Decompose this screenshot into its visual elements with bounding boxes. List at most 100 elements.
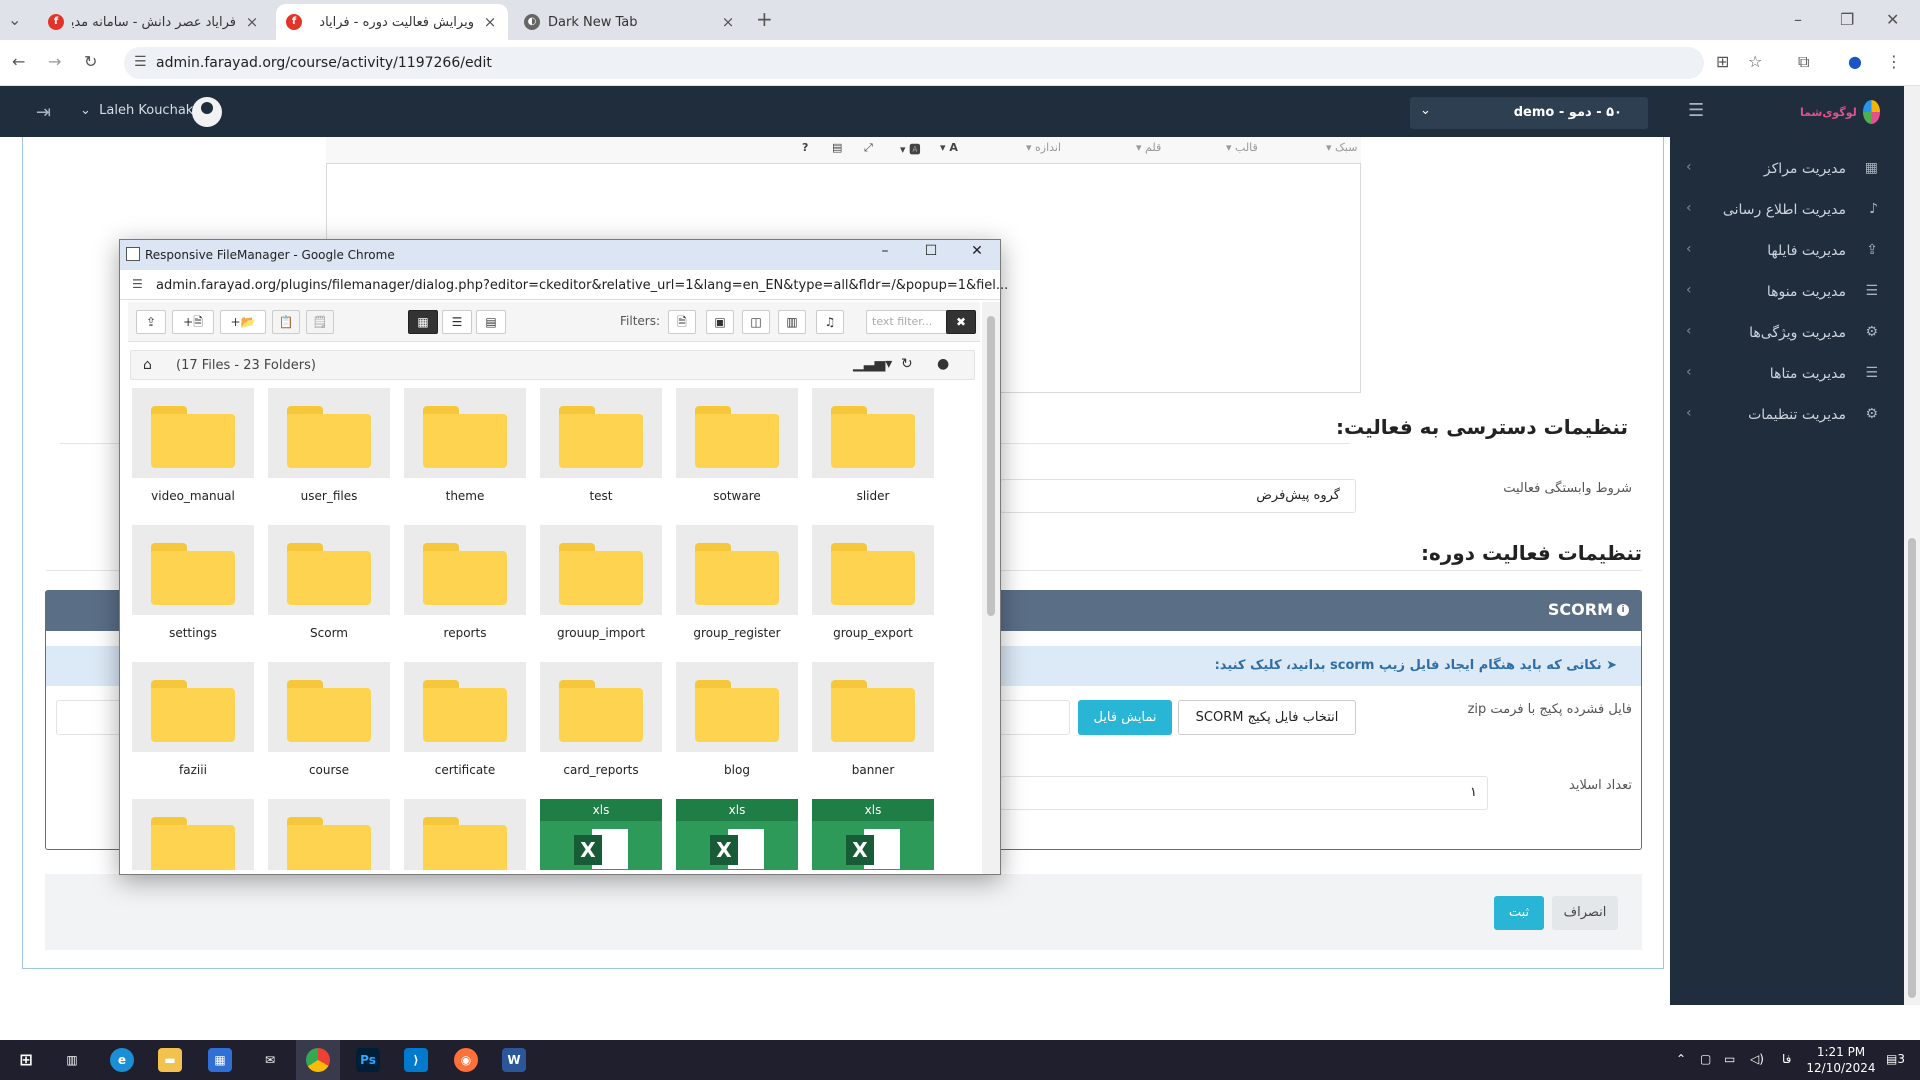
- sidebar-item-notifications[interactable]: ‹ مدیریت اطلاع رسانی ♪: [1670, 192, 1904, 232]
- sidebar-item-files[interactable]: ‹ مدیریت فایلها ⇪: [1670, 233, 1904, 273]
- new-folder-icon[interactable]: +📂: [220, 310, 266, 334]
- folder-item[interactable]: card_reports: [540, 662, 662, 788]
- minimize-icon[interactable]: –: [1794, 10, 1802, 30]
- close-tab-icon[interactable]: ×: [244, 13, 260, 31]
- folder-item[interactable]: video_manual: [132, 388, 254, 514]
- sidebar-item-settings[interactable]: ‹ مدیریت تنظیمات ⚙: [1670, 397, 1904, 437]
- page-scrollbar[interactable]: [1904, 86, 1920, 1005]
- tab-farayad-home[interactable]: f فرایاد عصر دانش - سامانه مدیری... ×: [38, 4, 270, 40]
- language-indicator[interactable]: فا: [1782, 1052, 1791, 1066]
- filter-files-icon[interactable]: 🗎: [668, 310, 696, 334]
- clipboard-icon[interactable]: 📋: [272, 310, 300, 334]
- vscode-icon[interactable]: ⟩: [404, 1048, 428, 1072]
- sidebar-item-features[interactable]: ‹ مدیریت ویژگی‌ها ⚙: [1670, 315, 1904, 355]
- tab-edit-activity[interactable]: f ویرایش فعالیت دوره - فرایاد ×: [276, 4, 508, 40]
- new-file-icon[interactable]: +🗎: [172, 310, 214, 334]
- clear-filter-icon[interactable]: ✖: [946, 310, 976, 334]
- language-globe-icon[interactable]: ●: [937, 356, 949, 372]
- folder-item[interactable]: sotware: [676, 388, 798, 514]
- meet-icon[interactable]: ▢: [1700, 1052, 1711, 1066]
- page-scrollbar-thumb[interactable]: [1908, 538, 1916, 998]
- close-icon[interactable]: ✕: [962, 243, 992, 259]
- columns-view-icon[interactable]: ▤: [476, 310, 506, 334]
- folder-item[interactable]: grouup_import: [540, 525, 662, 651]
- refresh-icon[interactable]: ↻: [901, 356, 913, 372]
- grid-view-icon[interactable]: ▦: [408, 310, 438, 334]
- notifications-icon[interactable]: ▤3: [1886, 1052, 1905, 1066]
- toolbar-styles[interactable]: سبک ▾: [1326, 141, 1357, 154]
- folder-item[interactable]: theme: [404, 388, 526, 514]
- folder-item[interactable]: faziii: [132, 662, 254, 788]
- tab-dark-new-tab[interactable]: ◐ Dark New Tab ×: [514, 4, 746, 40]
- filter-archives-icon[interactable]: ◫: [742, 310, 770, 334]
- folder-item[interactable]: user_files: [268, 388, 390, 514]
- text-filter-input[interactable]: text filter...: [866, 310, 950, 334]
- hamburger-menu-icon[interactable]: ☰: [1688, 100, 1704, 121]
- xls-file-item[interactable]: xls X: [540, 799, 662, 870]
- clear-clipboard-icon[interactable]: 🗒: [306, 310, 334, 334]
- xls-file-item[interactable]: xls X: [676, 799, 798, 870]
- organization-select[interactable]: ⌄ ۵۰ - دمو - demo: [1410, 97, 1648, 129]
- show-file-button[interactable]: نمایش فایل: [1078, 700, 1172, 735]
- folder-item[interactable]: [404, 799, 526, 870]
- new-tab-plus-icon[interactable]: +: [756, 9, 773, 29]
- home-icon[interactable]: ⌂: [143, 357, 152, 373]
- url-omnibox[interactable]: ☰ admin.farayad.org/course/activity/1197…: [124, 47, 1704, 79]
- edge-icon[interactable]: e: [110, 1048, 134, 1072]
- toolbar-format[interactable]: قالب ▾: [1226, 141, 1258, 154]
- list-view-icon[interactable]: ☰: [442, 310, 472, 334]
- folder-item[interactable]: certificate: [404, 662, 526, 788]
- font-color-icon[interactable]: A ▾: [940, 141, 958, 154]
- cancel-button[interactable]: انصراف: [1552, 896, 1618, 930]
- forward-icon[interactable]: →: [48, 52, 61, 72]
- bg-color-icon[interactable]: 🅰 ▾: [900, 141, 920, 157]
- word-icon[interactable]: W: [502, 1048, 526, 1072]
- site-info-icon[interactable]: ☰: [132, 277, 143, 291]
- sort-icon[interactable]: ▁▃▅▾: [853, 356, 892, 372]
- chrome-menu-icon[interactable]: ⋮: [1886, 52, 1902, 72]
- logout-icon[interactable]: ⇥: [36, 102, 51, 123]
- folder-item[interactable]: test: [540, 388, 662, 514]
- windows-start-icon[interactable]: ⊞: [14, 1048, 38, 1072]
- volume-icon[interactable]: ◁): [1750, 1052, 1764, 1066]
- close-tab-icon[interactable]: ×: [482, 13, 498, 31]
- network-icon[interactable]: ▭: [1724, 1052, 1735, 1066]
- file-explorer-icon[interactable]: ▬: [158, 1048, 182, 1072]
- folder-item[interactable]: reports: [404, 525, 526, 651]
- store-icon[interactable]: ▦: [208, 1048, 232, 1072]
- profile-icon[interactable]: ●: [1848, 52, 1862, 72]
- sidebar-item-menus[interactable]: ‹ مدیریت منوها ☰: [1670, 274, 1904, 314]
- folder-item[interactable]: slider: [812, 388, 934, 514]
- folder-item[interactable]: blog: [676, 662, 798, 788]
- chrome-icon[interactable]: [306, 1048, 330, 1072]
- tab-search-icon[interactable]: ⌄: [8, 10, 21, 30]
- xls-file-item[interactable]: xls X: [812, 799, 934, 870]
- dependency-select[interactable]: گروه پیش‌فرض: [1000, 479, 1356, 513]
- filter-videos-icon[interactable]: ▥: [778, 310, 806, 334]
- folder-item[interactable]: group_export: [812, 525, 934, 651]
- file-manager-scrollbar-thumb[interactable]: [987, 316, 995, 616]
- maximize-icon[interactable]: ⤢: [864, 141, 873, 155]
- folder-item[interactable]: banner: [812, 662, 934, 788]
- upload-icon[interactable]: ⇪: [136, 310, 166, 334]
- choose-scorm-package-button[interactable]: انتخاب فایل پکیج SCORM: [1178, 700, 1356, 735]
- photoshop-icon[interactable]: Ps: [356, 1048, 380, 1072]
- close-window-icon[interactable]: ✕: [1886, 10, 1899, 30]
- user-menu[interactable]: ⌄ Laleh Kouchaki: [80, 103, 197, 118]
- task-view-icon[interactable]: ▥: [60, 1048, 84, 1072]
- restore-icon[interactable]: ❐: [1840, 10, 1854, 30]
- folder-item[interactable]: [132, 799, 254, 870]
- site-info-icon[interactable]: ☰: [134, 54, 147, 70]
- folder-item[interactable]: Scorm: [268, 525, 390, 651]
- close-tab-icon[interactable]: ×: [720, 13, 736, 31]
- filter-music-icon[interactable]: ♫: [816, 310, 844, 334]
- minimize-icon[interactable]: –: [870, 243, 900, 259]
- folder-item[interactable]: course: [268, 662, 390, 788]
- tray-chevron-icon[interactable]: ⌃: [1676, 1052, 1686, 1066]
- filter-images-icon[interactable]: ▣: [706, 310, 734, 334]
- back-icon[interactable]: ←: [12, 52, 25, 72]
- help-icon[interactable]: ?: [802, 141, 808, 154]
- slides-count-input[interactable]: ۱: [1000, 776, 1488, 810]
- reload-icon[interactable]: ↻: [84, 52, 97, 72]
- avatar[interactable]: [192, 97, 222, 127]
